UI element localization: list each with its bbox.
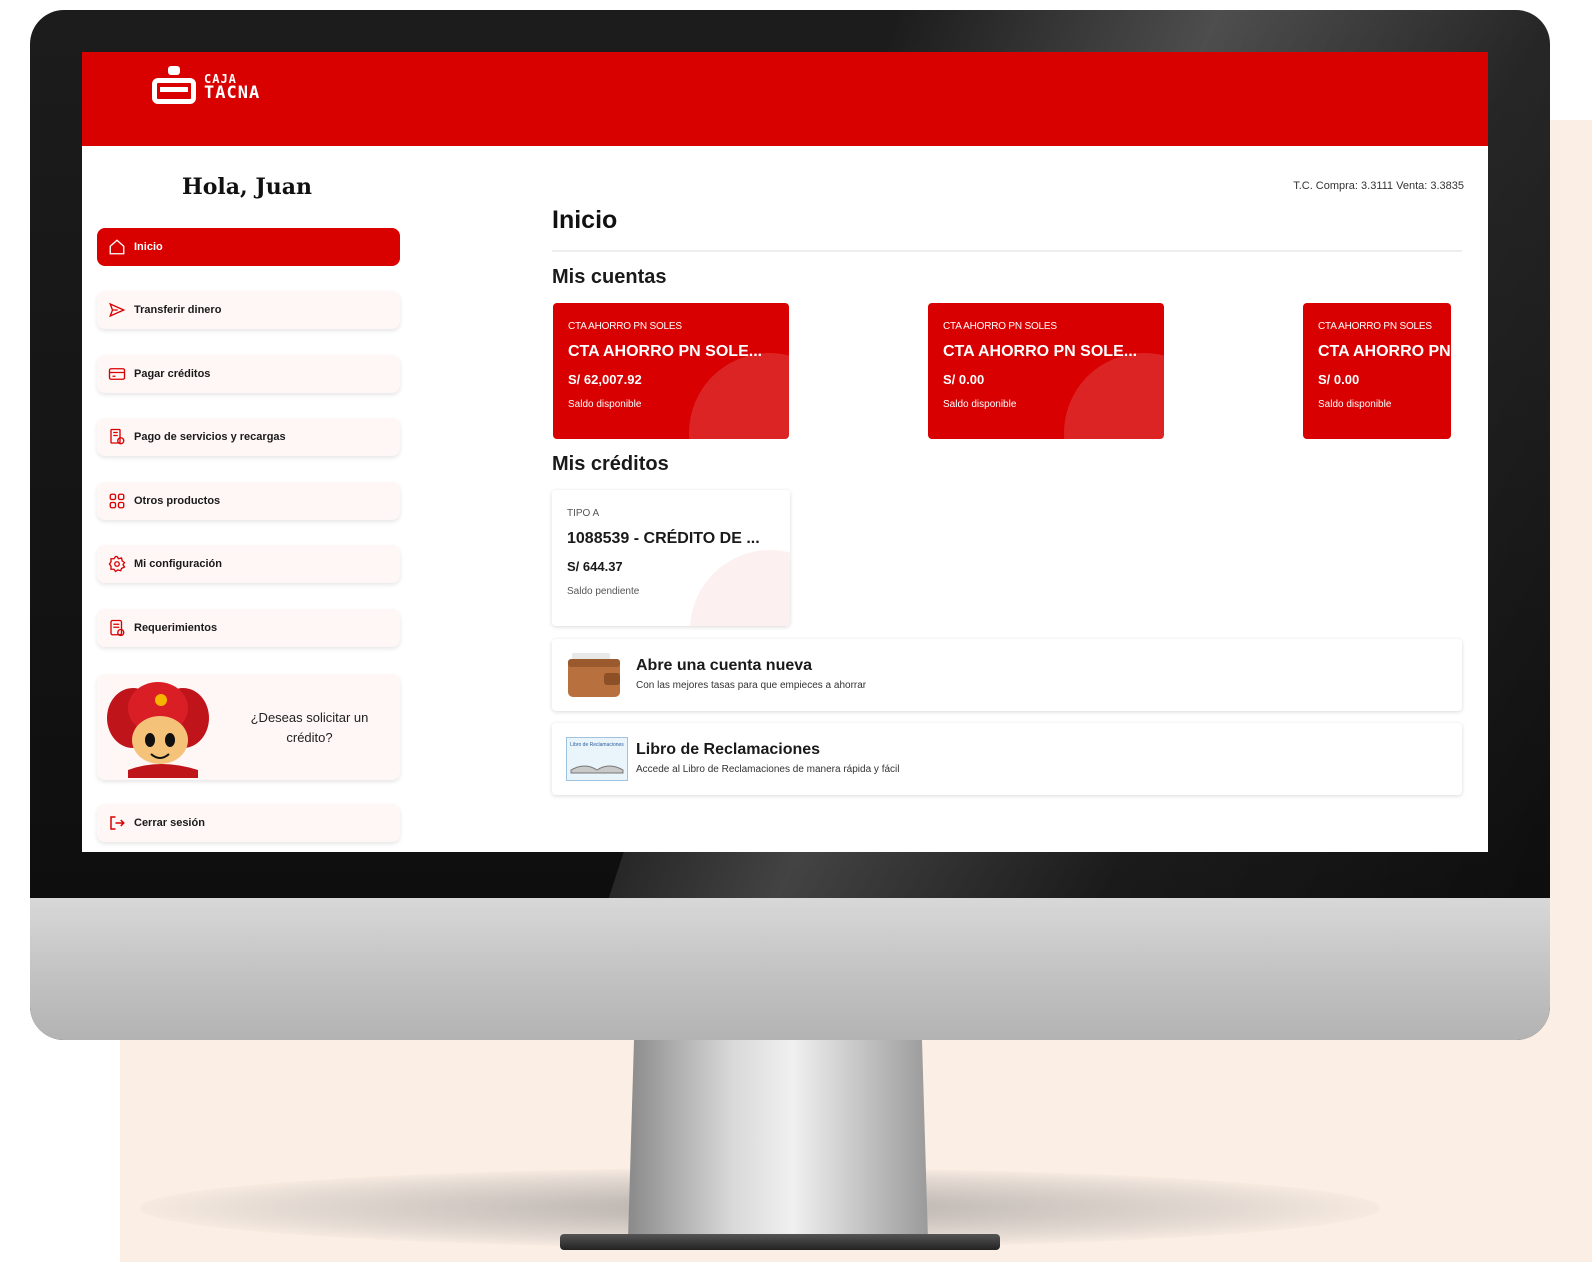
receipt-icon <box>108 428 126 446</box>
logo-text: CAJA TACNA <box>204 72 261 103</box>
credit-balance: S/ 644.37 <box>567 559 623 574</box>
credits-section-title: Mis créditos <box>552 453 669 475</box>
sidebar-item-label: Requerimientos <box>134 622 218 634</box>
sidebar-item-label: Pago de servicios y recargas <box>134 431 286 443</box>
logout-icon <box>108 814 126 832</box>
account-type: CTA AHORRO PN SOLES <box>943 321 1057 332</box>
account-balance-label: Saldo disponible <box>568 399 642 410</box>
top-bar: CAJA TACNA <box>82 52 1488 146</box>
sidebar-item-otros-productos[interactable]: Otros productos <box>97 482 400 520</box>
book-icon-caption: Libro de Reclamaciones <box>570 742 624 748</box>
logout-button[interactable]: Cerrar sesión <box>97 804 400 842</box>
monitor-base <box>560 1234 1000 1250</box>
sidebar-item-inicio[interactable]: Inicio <box>97 228 400 266</box>
account-name: CTA AHORRO PN SOLE... <box>1318 343 1451 360</box>
sidebar-item-label: Mi configuración <box>134 558 222 570</box>
banner-title: Abre una cuenta nueva <box>636 657 813 674</box>
credit-card[interactable]: TIPO A 1088539 - CRÉDITO DE ... S/ 644.3… <box>552 490 790 626</box>
monitor-chin <box>30 898 1550 1040</box>
brand-logo[interactable]: CAJA TACNA <box>150 66 260 106</box>
card-decoration <box>690 550 790 626</box>
mascot-icon <box>107 682 209 778</box>
monitor-stand <box>628 1040 928 1240</box>
sidebar-item-pagar-creditos[interactable]: Pagar créditos <box>97 355 400 393</box>
credit-balance-label: Saldo pendiente <box>567 586 640 597</box>
card-decoration <box>689 353 789 439</box>
page-title: Inicio <box>552 206 618 234</box>
account-card[interactable]: CTA AHORRO PN SOLES CTA AHORRO PN SOLE..… <box>1303 303 1451 439</box>
account-type: CTA AHORRO PN SOLES <box>1318 321 1432 332</box>
account-balance: S/ 0.00 <box>943 372 985 387</box>
sidebar-item-pago-servicios[interactable]: Pago de servicios y recargas <box>97 418 400 456</box>
account-card[interactable]: CTA AHORRO PN SOLES CTA AHORRO PN SOLE..… <box>553 303 789 439</box>
accounts-section-title: Mis cuentas <box>552 266 667 288</box>
account-balance-label: Saldo disponible <box>1318 399 1392 410</box>
book-icon: Libro de Reclamaciones <box>566 737 628 781</box>
home-icon <box>108 238 126 256</box>
account-balance: S/ 0.00 <box>1318 372 1360 387</box>
sidebar-item-label: Otros productos <box>134 495 221 507</box>
main-content: T.C. Compra: 3.3111 Venta: 3.3835 Inicio… <box>552 146 1488 852</box>
grid-icon <box>108 492 126 510</box>
sidebar: Hola, Juan Inicio Transferir dinero Paga… <box>82 146 412 852</box>
promo-text: ¿Deseas solicitar un crédito? <box>250 710 369 745</box>
logout-label: Cerrar sesión <box>134 817 205 829</box>
greeting: Hola, Juan <box>181 174 313 200</box>
account-name: CTA AHORRO PN SOLE... <box>943 343 1138 360</box>
credit-type: TIPO A <box>567 508 600 519</box>
banner-subtitle: Con las mejores tasas para que empieces … <box>636 680 867 691</box>
account-card[interactable]: CTA AHORRO PN SOLES CTA AHORRO PN SOLE..… <box>928 303 1164 439</box>
banner-title: Libro de Reclamaciones <box>636 741 821 758</box>
wallet-icon <box>568 653 620 697</box>
gear-icon <box>108 555 126 573</box>
card-decoration <box>1064 353 1164 439</box>
sidebar-item-transferir[interactable]: Transferir dinero <box>97 291 400 329</box>
complaints-book-banner[interactable]: Libro de Reclamaciones Libro de Reclamac… <box>552 723 1462 795</box>
document-icon <box>108 619 126 637</box>
open-account-banner[interactable]: Abre una cuenta nueva Con las mejores ta… <box>552 639 1462 711</box>
account-balance: S/ 62,007.92 <box>568 372 642 387</box>
sidebar-item-label: Inicio <box>134 241 163 253</box>
account-name: CTA AHORRO PN SOLE... <box>568 343 763 360</box>
title-divider <box>552 250 1462 252</box>
account-balance-label: Saldo disponible <box>943 399 1017 410</box>
credit-name: 1088539 - CRÉDITO DE ... <box>567 530 760 547</box>
banner-subtitle: Accede al Libro de Reclamaciones de mane… <box>636 764 900 775</box>
sidebar-item-label: Pagar créditos <box>134 368 211 380</box>
exchange-rate: T.C. Compra: 3.3111 Venta: 3.3835 <box>1293 180 1464 192</box>
account-type: CTA AHORRO PN SOLES <box>568 321 682 332</box>
app-screen: CAJA TACNA Hola, Juan Inicio Transferir … <box>82 52 1488 852</box>
credit-card-icon <box>108 365 126 383</box>
sidebar-item-label: Transferir dinero <box>134 304 222 316</box>
sidebar-item-requerimientos[interactable]: Requerimientos <box>97 609 400 647</box>
sidebar-item-mi-configuracion[interactable]: Mi configuración <box>97 545 400 583</box>
logo-line-2: TACNA <box>204 83 261 103</box>
logo-icon <box>150 66 198 106</box>
send-icon <box>108 301 126 319</box>
credit-promo-card[interactable]: ¿Deseas solicitar un crédito? <box>97 674 400 780</box>
